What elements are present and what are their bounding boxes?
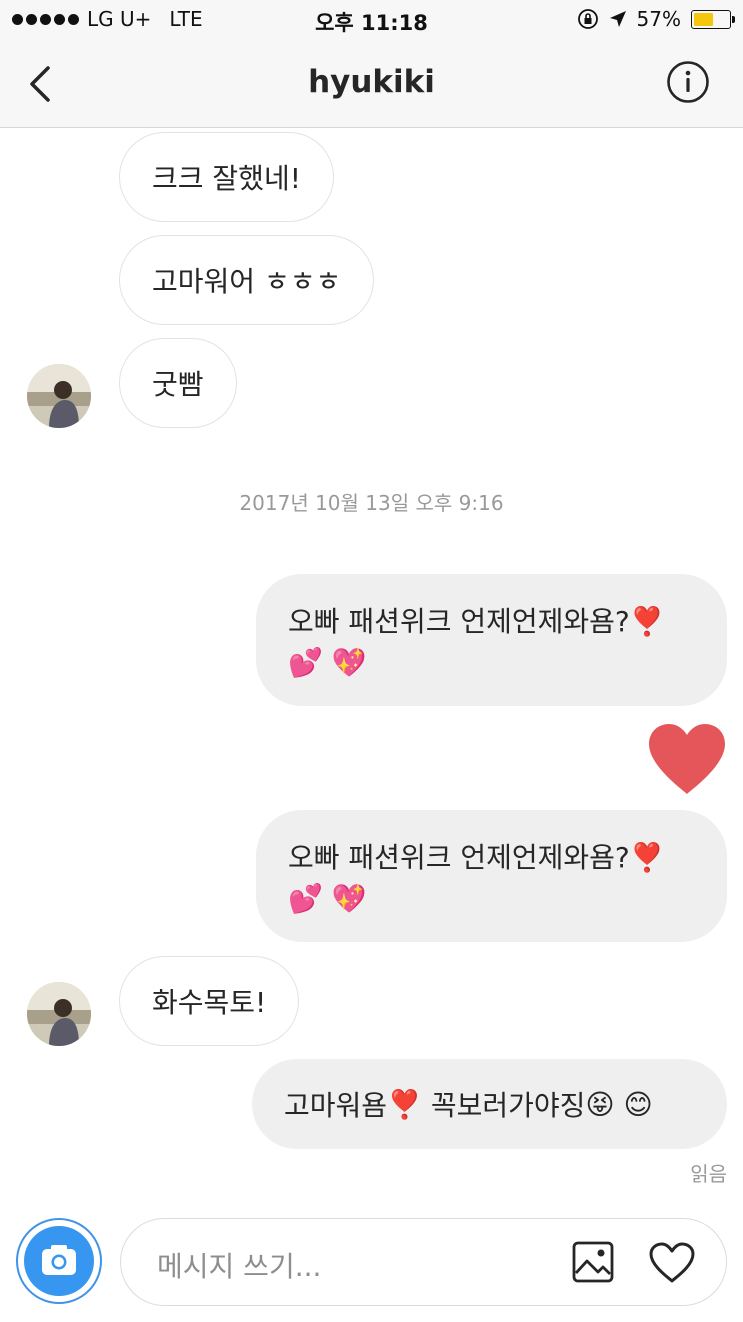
message-timestamp: 2017년 10월 13일 오후 9:16 <box>239 491 504 515</box>
hearts-emoji: 💕 💖 <box>288 646 367 679</box>
message-line: 오빠 패션위크 언제언제와욤?❣️ <box>288 836 695 876</box>
exclamation-heart-emoji: ❣️ <box>629 841 665 874</box>
info-icon[interactable] <box>666 60 710 104</box>
rotation-lock-icon <box>577 9 598 29</box>
avatar[interactable] <box>27 364 91 428</box>
seen-indicator: 읽음 <box>690 1162 727 1186</box>
sent-message[interactable]: 고마워욤 ❣️ 꼭보러가야징 😝 😊 <box>252 1059 727 1149</box>
battery-icon <box>691 9 735 29</box>
camera-button[interactable] <box>16 1218 102 1304</box>
message-text: 꼭보러가야징 <box>430 1089 586 1122</box>
battery-percent: 57% <box>636 7 681 31</box>
message-text: 화수목토! <box>152 986 267 1019</box>
gallery-icon[interactable] <box>572 1241 614 1283</box>
received-message[interactable]: 굿빰 <box>119 338 237 428</box>
sent-message[interactable]: 오빠 패션위크 언제언제와욤?❣️ 💕 💖 <box>256 810 727 942</box>
camera-icon <box>42 1245 76 1275</box>
chat-header: hyukiki <box>0 40 743 128</box>
message-input-placeholder: 메시지 쓰기... <box>157 1250 322 1283</box>
heart-reaction-icon[interactable] <box>647 722 727 796</box>
exclamation-heart-emoji: ❣️ <box>387 1087 422 1121</box>
exclamation-heart-emoji: ❣️ <box>629 605 665 638</box>
smiley-emoji: 😝 😊 <box>585 1087 653 1121</box>
status-bar: LG U+ LTE 오후 11:18 57% <box>0 0 743 40</box>
status-right: 57% <box>577 7 735 31</box>
message-input[interactable]: 메시지 쓰기... <box>120 1218 727 1306</box>
message-text: 크크 잘했네! <box>152 162 301 195</box>
message-text: 오빠 패션위크 언제언제와욤? <box>288 605 630 638</box>
message-text: 고마워욤 <box>284 1089 388 1122</box>
message-text: 굿빰 <box>152 368 204 401</box>
received-message[interactable]: 화수목토! <box>119 956 300 1046</box>
avatar[interactable] <box>27 982 91 1046</box>
received-message[interactable]: 고마워어 ㅎㅎㅎ <box>119 235 375 325</box>
message-text: 오빠 패션위크 언제언제와욤? <box>288 841 630 874</box>
chat-title[interactable]: hyukiki <box>0 64 743 100</box>
location-arrow-icon <box>609 11 626 27</box>
heart-icon[interactable] <box>648 1241 696 1285</box>
sent-message[interactable]: 오빠 패션위크 언제언제와욤?❣️ 💕 💖 <box>256 574 727 706</box>
message-line: 오빠 패션위크 언제언제와욤?❣️ <box>288 600 695 640</box>
message-text: 고마워어 ㅎㅎㅎ <box>152 265 342 298</box>
hearts-emoji: 💕 💖 <box>288 882 367 915</box>
received-message[interactable]: 크크 잘했네! <box>119 132 334 222</box>
